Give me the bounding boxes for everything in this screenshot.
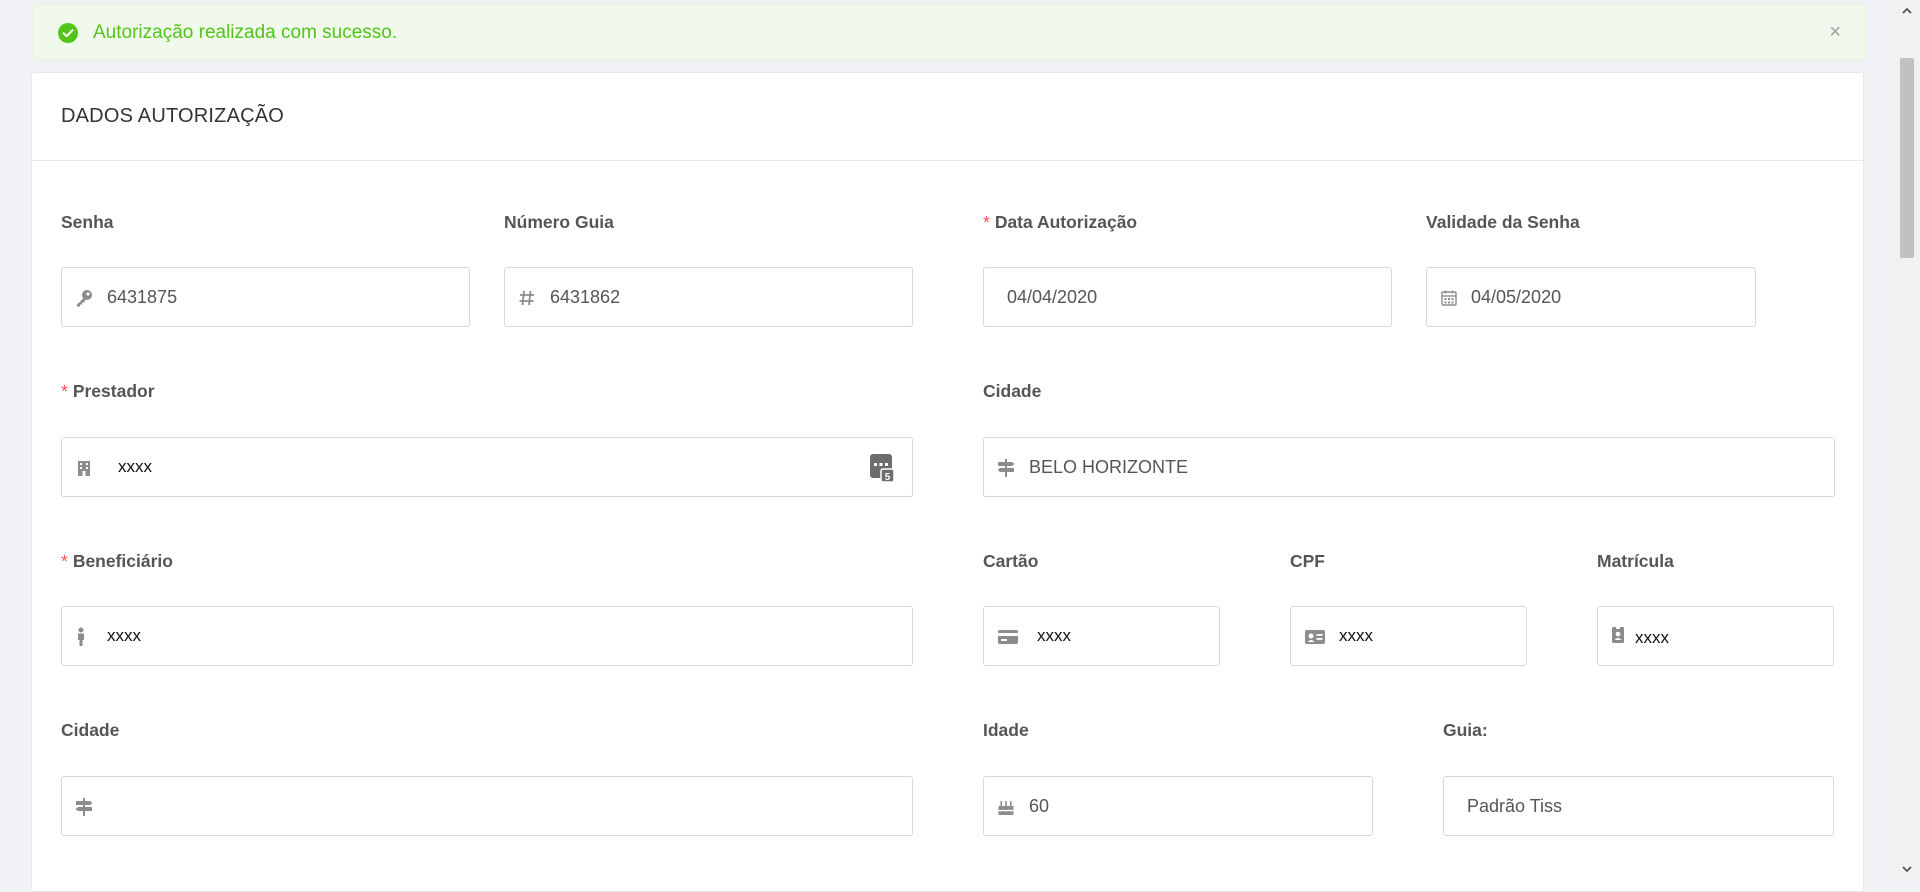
calculator-icon[interactable]: 5 (868, 452, 896, 484)
idade-label: Idade (983, 720, 1029, 740)
data-autorizacao-label: * Data Autorização (983, 212, 1138, 232)
cpf-value: xxxx (1339, 626, 1373, 645)
numero-guia-label: Número Guia (504, 212, 614, 232)
cidade-beneficiario-input[interactable] (61, 776, 913, 836)
authorization-card: DADOS AUTORIZAÇÃO Senha 6431875 Número G… (31, 72, 1864, 892)
alert-message: Autorização realizada com sucesso. (93, 22, 398, 43)
data-autorizacao-value: 04/04/2020 (1007, 287, 1098, 307)
cpf-label: CPF (1290, 551, 1325, 571)
card-title: DADOS AUTORIZAÇÃO (61, 105, 285, 127)
required-marker: * (61, 381, 68, 401)
required-marker: * (61, 551, 68, 571)
guia-select[interactable]: Padrão Tiss (1443, 776, 1834, 836)
validade-senha-input[interactable]: 04/05/2020 (1426, 267, 1756, 327)
idade-input[interactable]: 60 (983, 776, 1373, 836)
matricula-value: xxxx (1635, 628, 1669, 647)
guia-label: Guia: (1443, 720, 1488, 740)
idade-value: 60 (1029, 796, 1050, 816)
prestador-label: * Prestador (61, 381, 155, 401)
cidade-beneficiario-label: Cidade (61, 720, 120, 740)
close-icon[interactable]: × (1829, 21, 1841, 43)
matricula-label: Matrícula (1597, 551, 1674, 571)
validade-senha-value: 04/05/2020 (1471, 287, 1562, 307)
senha-label: Senha (61, 212, 114, 232)
card-header: DADOS AUTORIZAÇÃO (32, 73, 1863, 161)
page-scrollbar[interactable] (1894, 0, 1920, 880)
cartao-value: xxxx (1037, 626, 1071, 645)
prestador-value: xxxx (118, 457, 152, 476)
id-card-icon (1303, 627, 1327, 647)
person-icon (71, 627, 91, 647)
numero-guia-value: 6431862 (550, 287, 621, 307)
hash-icon (517, 288, 537, 308)
check-circle-icon (58, 23, 78, 43)
scroll-down-icon[interactable] (1894, 858, 1920, 880)
beneficiario-label: * Beneficiário (61, 551, 173, 571)
scrollbar-thumb[interactable] (1900, 58, 1914, 258)
guia-value: Padrão Tiss (1467, 796, 1563, 816)
beneficiario-input[interactable]: xxxx (61, 606, 913, 666)
key-icon (74, 288, 94, 308)
senha-value: 6431875 (107, 287, 178, 307)
numero-guia-input[interactable]: 6431862 (504, 267, 913, 327)
cpf-input[interactable]: xxxx (1290, 606, 1527, 666)
cidade-prestador-value: BELO HORIZONTE (1029, 457, 1189, 477)
signpost-icon (74, 797, 94, 817)
signpost-icon (996, 458, 1016, 478)
success-alert: Autorização realizada com sucesso. × (33, 4, 1866, 60)
data-autorizacao-input[interactable]: 04/04/2020 (983, 267, 1392, 327)
svg-text:5: 5 (885, 472, 891, 483)
cidade-prestador-label: Cidade (983, 381, 1042, 401)
cidade-prestador-input[interactable]: BELO HORIZONTE (983, 437, 1835, 497)
building-icon (74, 458, 94, 478)
badge-icon (1608, 625, 1628, 645)
calendar-icon (1439, 288, 1459, 308)
scroll-up-icon[interactable] (1894, 0, 1920, 22)
required-marker: * (983, 212, 990, 232)
validade-senha-label: Validade da Senha (1426, 212, 1580, 232)
cartao-label: Cartão (983, 551, 1039, 571)
cartao-input[interactable]: xxxx (983, 606, 1220, 666)
beneficiario-value: xxxx (107, 626, 141, 645)
senha-input[interactable]: 6431875 (61, 267, 470, 327)
matricula-input[interactable]: xxxx (1597, 606, 1834, 666)
prestador-input[interactable]: xxxx 5 (61, 437, 913, 497)
credit-card-icon (996, 627, 1020, 647)
birthday-cake-icon (996, 797, 1016, 817)
